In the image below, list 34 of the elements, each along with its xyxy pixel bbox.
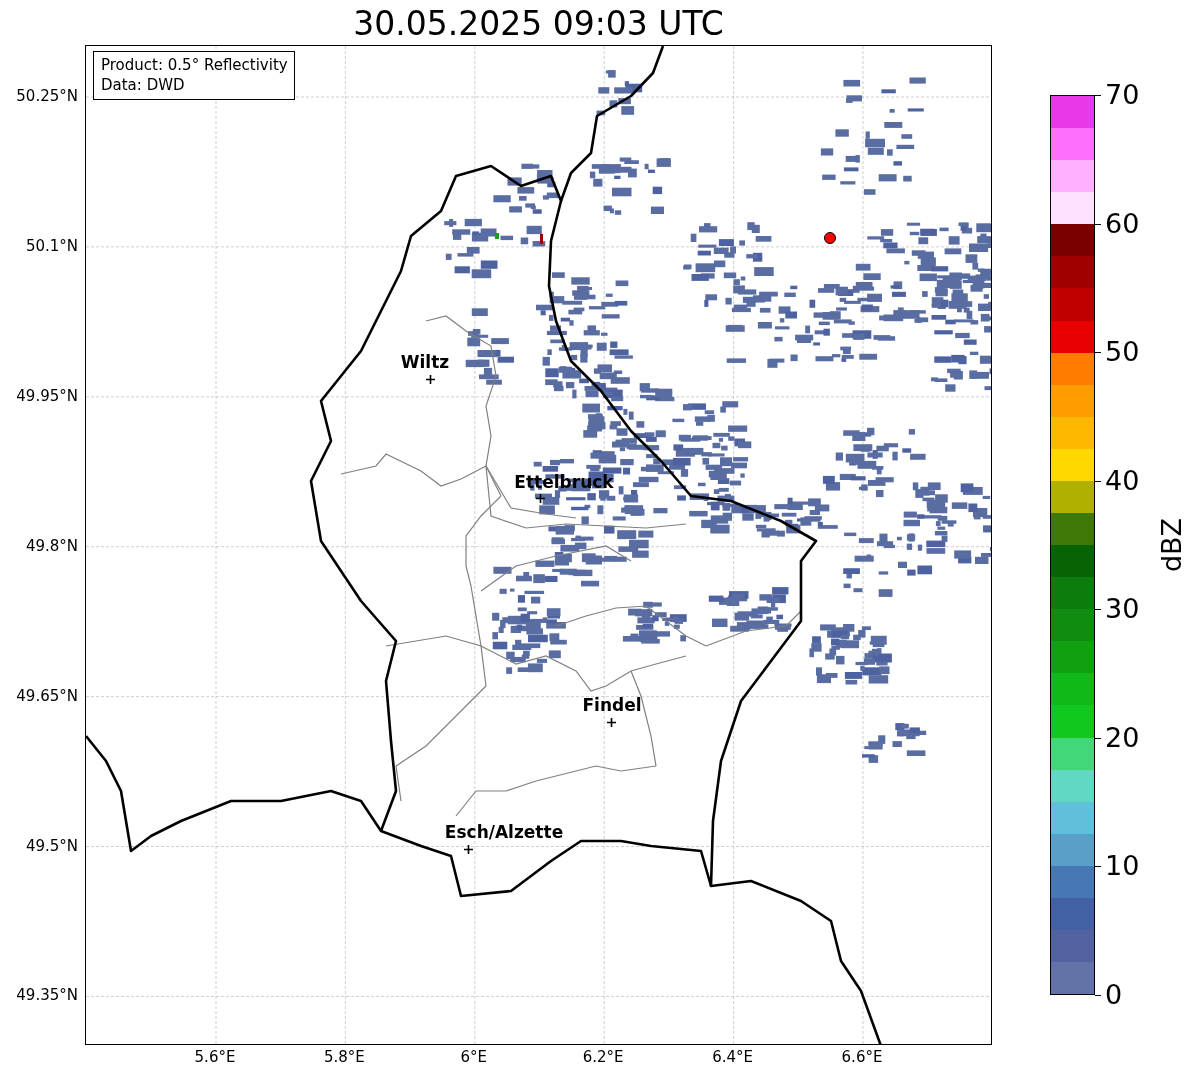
latitude-label: 49.95°N	[16, 386, 78, 405]
longitude-label: 6.6°E	[841, 1048, 883, 1066]
info-text: Data: DWD	[101, 75, 186, 95]
plus-marker-icon	[463, 844, 473, 854]
latitude-label: 49.8°N	[25, 536, 78, 555]
longitude-label: 5.8°E	[323, 1048, 365, 1066]
colorbar-tick-label: 30	[1105, 593, 1140, 626]
chart-title: 30.05.2025 09:03 UTC	[353, 3, 724, 45]
colorbar-tick-label: 0	[1105, 979, 1123, 1011]
plus-marker-icon	[425, 374, 435, 384]
colorbar-tick-label: 70	[1105, 79, 1140, 111]
longitude-label: 6°E	[460, 1048, 488, 1066]
colorbar-tick-label: 60	[1105, 207, 1140, 240]
latitude-label: 50.1°N	[25, 236, 78, 255]
latitude-label: 50.25°N	[16, 87, 78, 105]
colorbar-label: dBZ	[1157, 517, 1184, 573]
latitude-label: 49.35°N	[16, 986, 78, 1005]
radar-site-icon	[824, 232, 836, 244]
city-label: Ettelbruck	[514, 472, 614, 492]
latitude-label: 49.65°N	[16, 686, 78, 705]
longitude-label: 5.6°E	[194, 1048, 236, 1066]
longitude-label: 6.4°E	[712, 1048, 753, 1066]
colorbar-tick-label: 40	[1105, 464, 1140, 497]
colorbar-tick-label: 50	[1105, 336, 1140, 369]
longitude-label: 6.2°E	[582, 1048, 624, 1066]
city-label: Esch/Alzette	[444, 822, 564, 842]
latitude-label: 49.5°N	[25, 836, 78, 855]
colorbar-tick-label: 10	[1105, 850, 1140, 883]
plus-marker-icon	[535, 493, 545, 503]
plus-marker-icon	[606, 717, 616, 727]
colorbar-tick-label: 20	[1105, 721, 1140, 754]
city-label: Findel	[582, 695, 642, 715]
info-text: Product: 0.5° Reflectivity	[101, 55, 288, 75]
city-label: Wiltz	[400, 352, 450, 372]
